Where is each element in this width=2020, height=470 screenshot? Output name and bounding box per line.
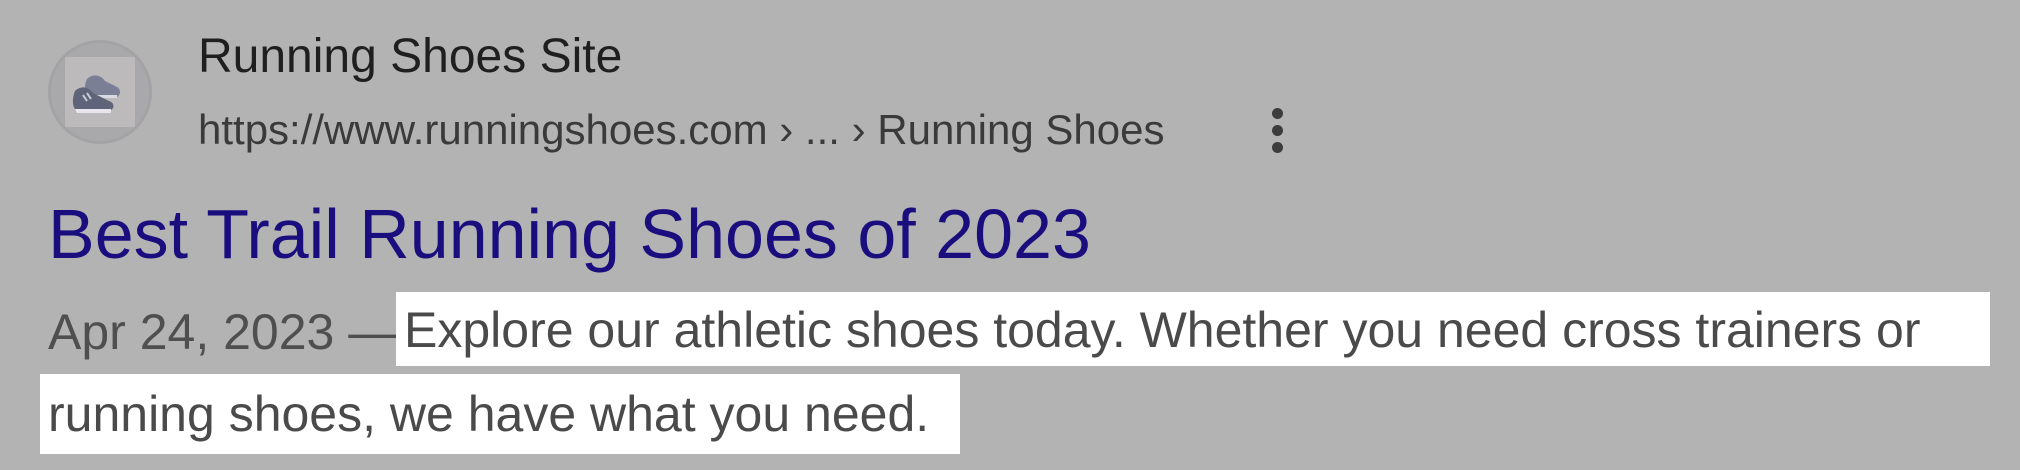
snippet-date: Apr 24, 2023 —	[48, 304, 399, 360]
more-options-button[interactable]	[1262, 104, 1294, 158]
site-name[interactable]: Running Shoes Site	[198, 28, 622, 86]
site-favicon[interactable]	[48, 40, 152, 144]
snippet-highlight-line-1: Explore our athletic shoes today. Whethe…	[396, 292, 1990, 366]
result-title-link[interactable]: Best Trail Running Shoes of 2023	[48, 192, 1091, 276]
snippet-highlight-line-2: running shoes, we have what you need.	[40, 374, 960, 454]
running-shoe-icon	[65, 57, 135, 127]
search-result: Running Shoes Site https://www.runningsh…	[0, 0, 2020, 470]
site-url-breadcrumb[interactable]: https://www.runningshoes.com › ... › Run…	[198, 102, 1164, 158]
